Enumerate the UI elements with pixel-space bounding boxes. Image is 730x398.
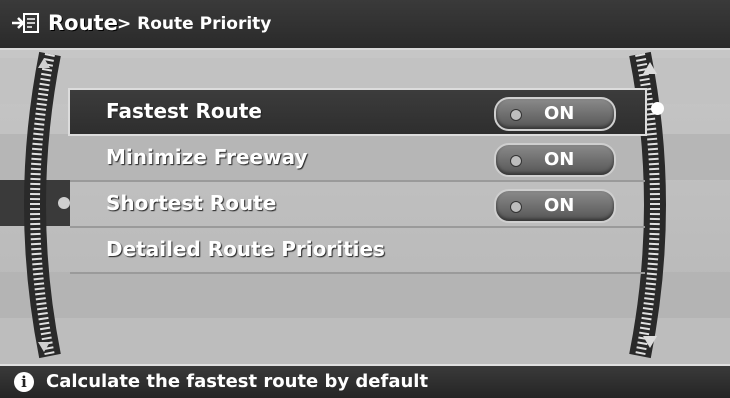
toggle-state: ON <box>544 103 575 124</box>
menu-item-label: Detailed Route Priorities <box>106 237 385 261</box>
menu-item-shortest-route[interactable]: Shortest Route ON <box>70 182 645 228</box>
scroll-position-indicator <box>651 102 664 115</box>
help-bar: i Calculate the fastest route by default <box>0 364 730 398</box>
menu-item-detailed-route-priorities[interactable]: Detailed Route Priorities <box>70 228 645 274</box>
nav-screen: Route > Route Priority Fastest Route ON … <box>0 0 730 398</box>
indicator-led-icon <box>510 155 522 167</box>
route-menu-icon <box>12 13 39 33</box>
title-bar: Route > Route Priority <box>0 0 730 50</box>
fastest-route-toggle[interactable]: ON <box>494 97 616 131</box>
breadcrumb: > Route Priority <box>117 14 272 34</box>
list-band <box>0 272 730 318</box>
shortest-route-toggle[interactable]: ON <box>494 189 616 223</box>
menu-item-minimize-freeway[interactable]: Minimize Freeway ON <box>70 136 645 182</box>
toggle-state: ON <box>544 195 575 216</box>
page-title: Route <box>48 11 118 35</box>
left-position-dot-icon <box>58 197 70 209</box>
menu-item-label: Minimize Freeway <box>106 145 308 169</box>
indicator-led-icon <box>510 109 522 121</box>
menu-item-label: Fastest Route <box>106 99 262 123</box>
left-scroll-rail <box>24 51 61 359</box>
indicator-led-icon <box>510 201 522 213</box>
list-band <box>0 318 730 364</box>
menu-item-label: Shortest Route <box>106 191 277 215</box>
info-icon: i <box>14 372 34 392</box>
toggle-state: ON <box>544 149 575 170</box>
minimize-freeway-toggle[interactable]: ON <box>494 143 616 177</box>
menu-item-fastest-route[interactable]: Fastest Route ON <box>68 88 647 136</box>
help-message: Calculate the fastest route by default <box>46 371 429 392</box>
